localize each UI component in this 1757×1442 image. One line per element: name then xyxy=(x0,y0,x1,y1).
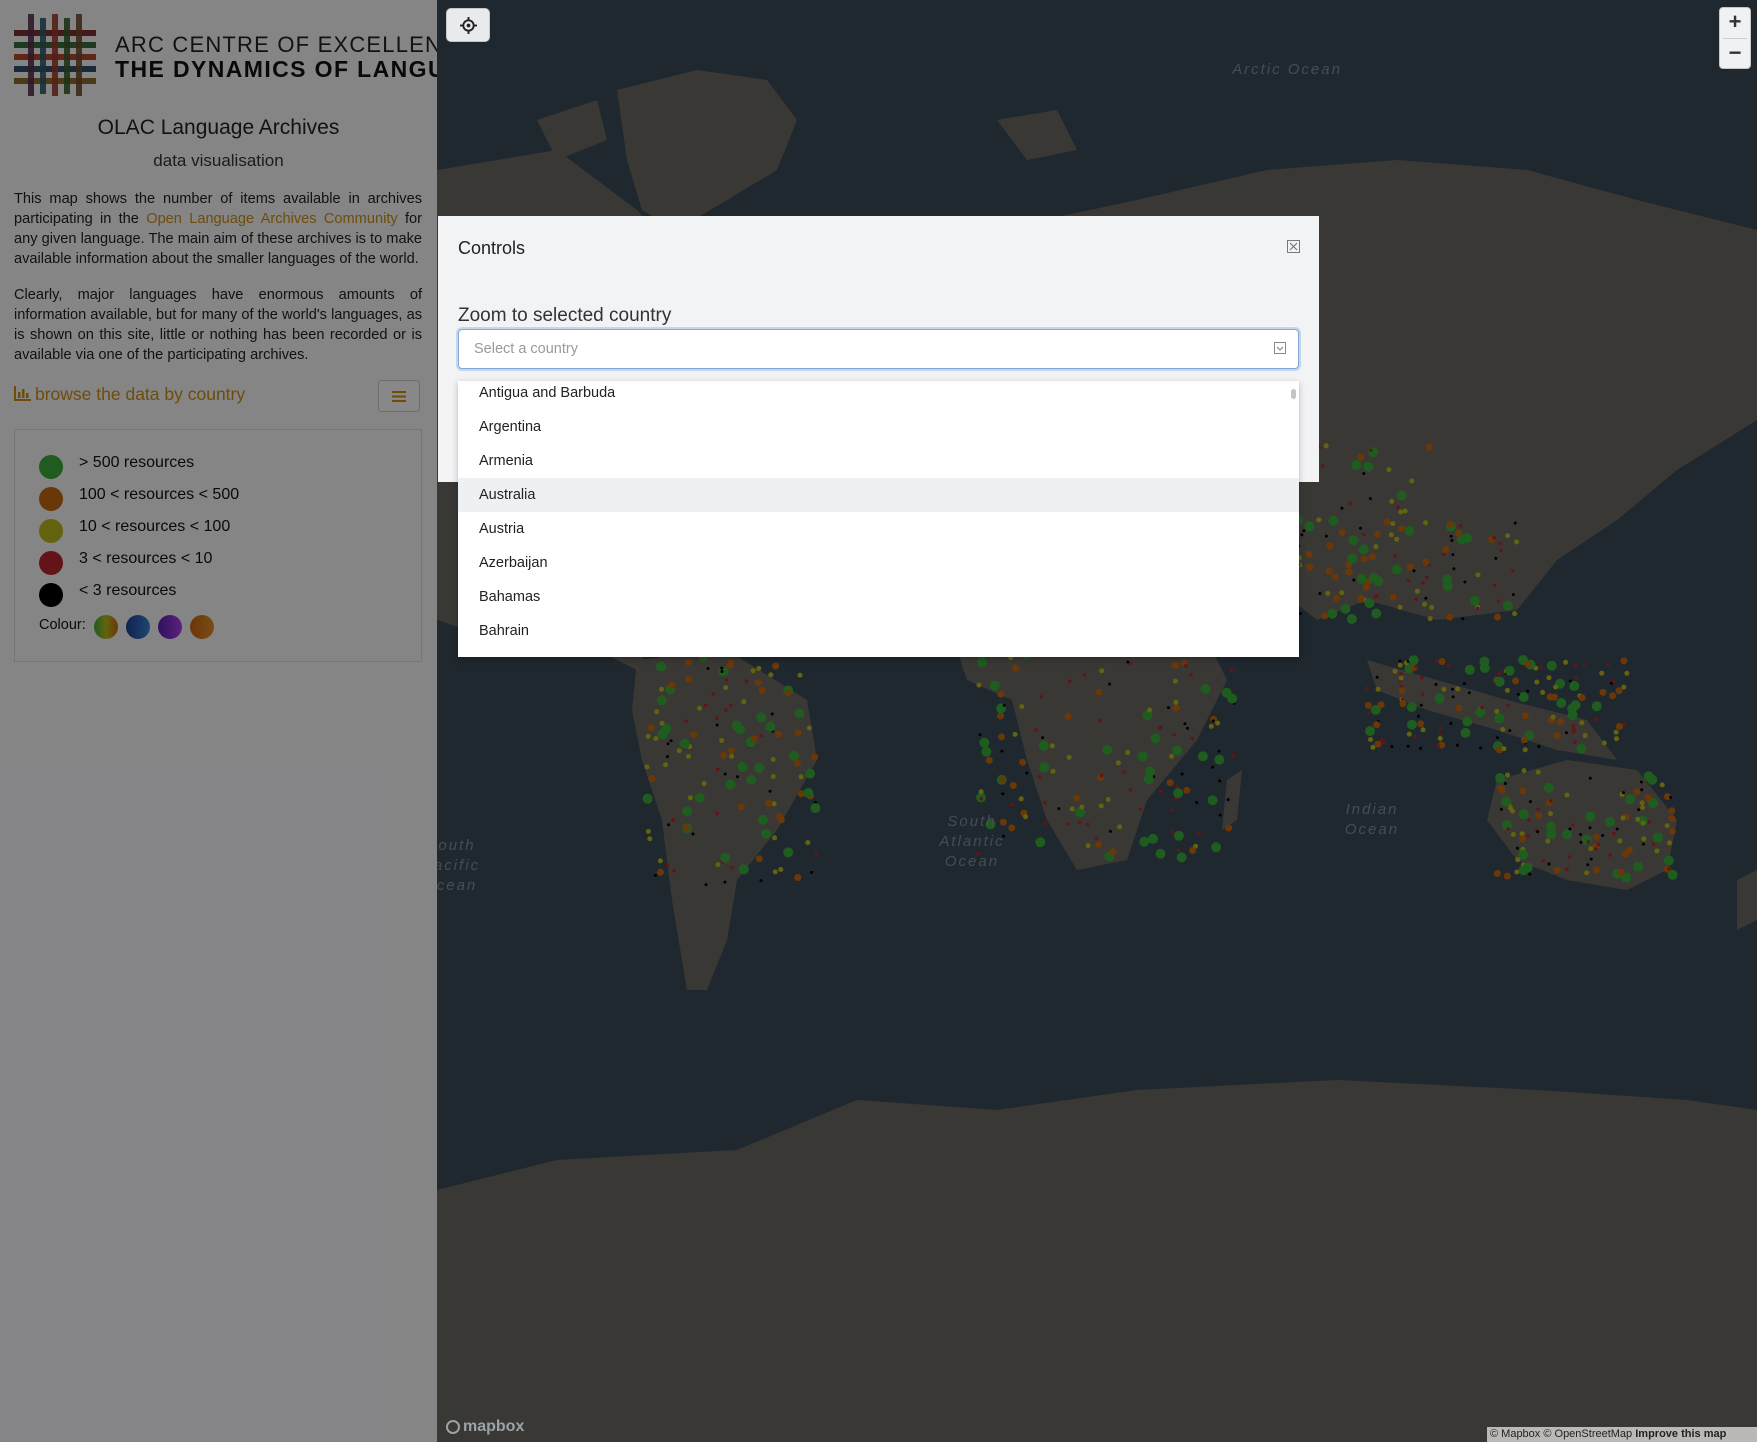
attribution-text: © Mapbox © OpenStreetMap xyxy=(1490,1428,1636,1440)
zoom-out-button[interactable]: − xyxy=(1720,39,1750,69)
country-dropdown-list: Antigua and Barbuda Argentina Armenia Au… xyxy=(458,381,1299,657)
country-option[interactable]: Bahrain xyxy=(458,614,1299,648)
country-select[interactable]: Select a country xyxy=(458,329,1299,369)
country-option[interactable]: Azerbaijan xyxy=(458,546,1299,580)
select-placeholder: Select a country xyxy=(474,341,578,357)
zoom-to-country-label: Zoom to selected country xyxy=(458,305,672,326)
country-option-highlighted[interactable]: Australia xyxy=(458,478,1299,512)
mapbox-logo-text: mapbox xyxy=(463,1418,525,1435)
mapbox-icon xyxy=(446,1420,460,1434)
close-icon[interactable] xyxy=(1287,240,1300,253)
country-option[interactable]: Armenia xyxy=(458,444,1299,478)
dropdown-toggle-icon[interactable] xyxy=(1274,342,1286,354)
crosshair-icon xyxy=(460,17,477,34)
geolocate-button[interactable] xyxy=(446,8,490,42)
zoom-in-button[interactable]: + xyxy=(1720,8,1750,38)
country-option[interactable]: Argentina xyxy=(458,410,1299,444)
country-option[interactable]: Austria xyxy=(458,512,1299,546)
improve-map-link[interactable]: Improve this map xyxy=(1635,1428,1726,1440)
zoom-control: + − xyxy=(1719,7,1751,69)
dropdown-scrollbar[interactable] xyxy=(1291,389,1296,399)
country-option[interactable]: Bahamas xyxy=(458,580,1299,614)
map-attribution: © Mapbox © OpenStreetMap Improve this ma… xyxy=(1487,1427,1757,1442)
country-option[interactable]: Antigua and Barbuda xyxy=(458,381,1299,410)
modal-title: Controls xyxy=(458,238,526,258)
mapbox-logo[interactable]: mapbox xyxy=(446,1418,524,1436)
